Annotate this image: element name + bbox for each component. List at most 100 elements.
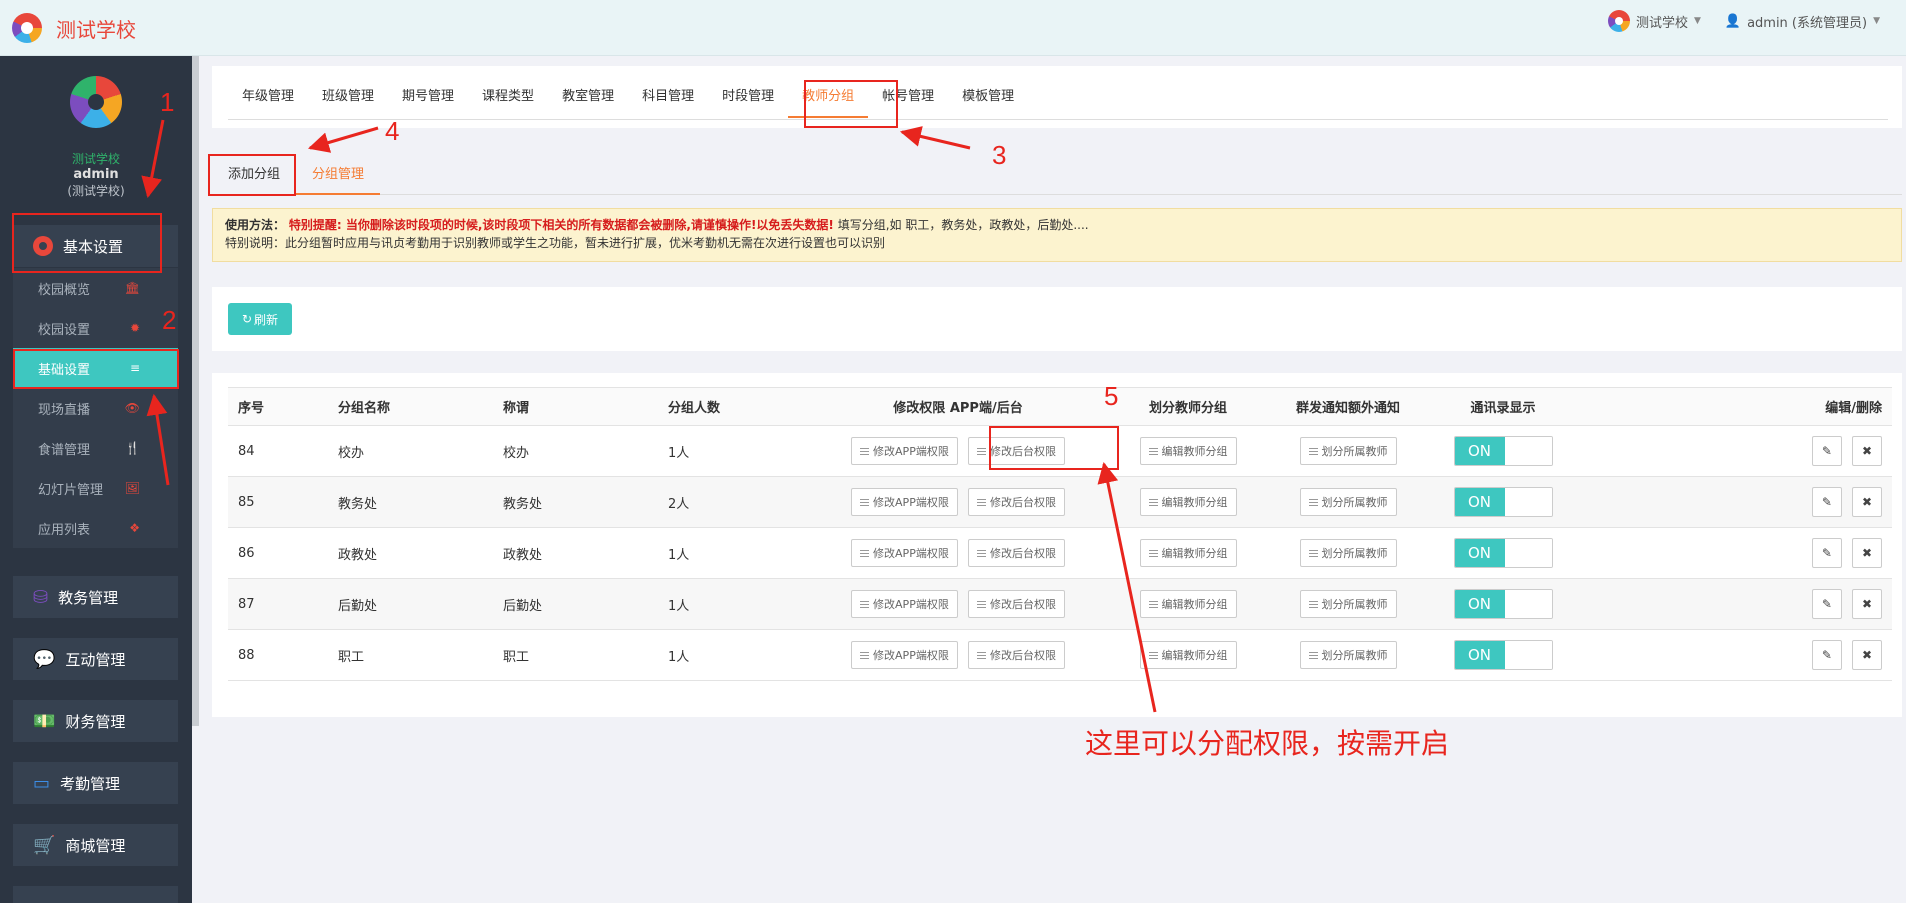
cutlery-icon: 🍴: [125, 441, 140, 455]
sidebar-item-apps[interactable]: 应用列表 ❖: [13, 508, 178, 548]
sidebar-profile: 测试学校 admin (测试学校): [0, 56, 192, 199]
edit-app-permission-button[interactable]: 修改APP端权限: [851, 590, 958, 618]
toggle-off-area: [1504, 437, 1552, 465]
assign-teacher-button[interactable]: 划分所属教师: [1299, 641, 1397, 669]
delete-button[interactable]: ✖: [1852, 589, 1882, 619]
button-label: 修改后台权限: [989, 649, 1056, 662]
sidebar-section-attendance[interactable]: ▭ 考勤管理: [13, 762, 178, 804]
tab-subject[interactable]: 科目管理: [628, 80, 708, 118]
edit-app-permission-button[interactable]: 修改APP端权限: [851, 641, 958, 669]
list-icon: [1148, 651, 1158, 659]
cell-contacts: ON: [1428, 425, 1578, 477]
list-icon: [976, 651, 986, 659]
col-id: 序号: [228, 387, 328, 426]
cell-name: 政教处: [328, 527, 493, 579]
list-icon: [1308, 651, 1318, 659]
cell-notice: 划分所属教师: [1268, 425, 1428, 477]
delete-button[interactable]: ✖: [1852, 640, 1882, 670]
edit-teacher-group-button[interactable]: 编辑教师分组: [1139, 488, 1237, 516]
delete-button[interactable]: ✖: [1852, 436, 1882, 466]
refresh-icon: ↻: [241, 312, 253, 326]
refresh-button[interactable]: ↻ 刷新: [228, 303, 292, 335]
tab-grade[interactable]: 年级管理: [228, 80, 308, 118]
assign-teacher-button[interactable]: 划分所属教师: [1299, 590, 1397, 618]
tab-time-slot[interactable]: 时段管理: [708, 80, 788, 118]
button-label: 修改后台权限: [989, 598, 1056, 611]
contacts-toggle[interactable]: ON: [1453, 538, 1553, 568]
tab-template[interactable]: 模板管理: [948, 80, 1028, 118]
cell-title: 职工: [493, 629, 658, 681]
sidebar-section-finance[interactable]: 💵 财务管理: [13, 700, 178, 742]
delete-button[interactable]: ✖: [1852, 487, 1882, 517]
annotation-number: 4: [385, 116, 400, 146]
delete-button[interactable]: ✖: [1852, 538, 1882, 568]
sidebar-item-campus-settings[interactable]: 校园设置 ✹: [13, 308, 178, 348]
sidebar-section-more[interactable]: ▭: [13, 886, 178, 903]
button-label: 编辑教师分组: [1161, 445, 1228, 458]
edit-app-permission-button[interactable]: 修改APP端权限: [851, 437, 958, 465]
toggle-on-label: ON: [1454, 488, 1505, 516]
table-row: 85 教务处 教务处 2人 修改APP端权限 修改后台权限 编辑教师分组 划分所…: [228, 476, 1892, 528]
sidebar-item-label: 幻灯片管理: [38, 482, 104, 498]
cell-title: 后勤处: [493, 578, 658, 630]
sidebar-section-academic[interactable]: ⛁ 教务管理: [13, 576, 178, 618]
school-switcher[interactable]: 测试学校 ▼: [1607, 10, 1701, 32]
cell-permissions: 修改APP端权限 修改后台权限: [808, 527, 1108, 579]
cell-teacher-group: 编辑教师分组: [1108, 476, 1268, 528]
edit-admin-permission-button[interactable]: 修改后台权限: [967, 641, 1065, 669]
tab-course-type[interactable]: 课程类型: [468, 80, 548, 118]
wechat-icon: 💬: [33, 648, 56, 670]
user-menu[interactable]: 👤 admin (系统管理员) ▼: [1725, 12, 1880, 31]
col-notice: 群发通知额外通知: [1268, 387, 1428, 426]
sidebar-scrollbar[interactable]: [192, 56, 199, 726]
col-title: 称谓: [493, 387, 658, 426]
edit-button[interactable]: ✎: [1811, 538, 1842, 568]
edit-teacher-group-button[interactable]: 编辑教师分组: [1139, 590, 1237, 618]
assign-teacher-button[interactable]: 划分所属教师: [1299, 539, 1397, 567]
close-icon: ✖: [1861, 597, 1873, 611]
edit-teacher-group-button[interactable]: 编辑教师分组: [1139, 539, 1237, 567]
sidebar-item-campus-overview[interactable]: 校园概览 🏛: [13, 268, 178, 308]
sidebar-item-live[interactable]: 现场直播 👁: [13, 388, 178, 428]
pencil-icon: ✎: [1821, 597, 1832, 611]
tab-class[interactable]: 班级管理: [308, 80, 388, 118]
edit-button[interactable]: ✎: [1811, 640, 1842, 670]
tab-classroom[interactable]: 教室管理: [548, 80, 628, 118]
assign-teacher-button[interactable]: 划分所属教师: [1299, 437, 1397, 465]
cog-icon: ✹: [129, 321, 140, 335]
edit-admin-permission-button[interactable]: 修改后台权限: [967, 590, 1065, 618]
assign-teacher-button[interactable]: 划分所属教师: [1299, 488, 1397, 516]
list-icon: [1148, 498, 1158, 506]
edit-app-permission-button[interactable]: 修改APP端权限: [851, 539, 958, 567]
tab-term[interactable]: 期号管理: [388, 80, 468, 118]
contacts-toggle[interactable]: ON: [1453, 487, 1553, 517]
contacts-toggle[interactable]: ON: [1453, 436, 1553, 466]
edit-button[interactable]: ✎: [1811, 589, 1842, 619]
database-icon: ⛁: [33, 586, 49, 608]
contacts-toggle[interactable]: ON: [1453, 640, 1553, 670]
toggle-on-label: ON: [1454, 437, 1505, 465]
sidebar-section-interaction[interactable]: 💬 互动管理: [13, 638, 178, 680]
sidebar-section-label: 互动管理: [65, 650, 126, 669]
contacts-toggle[interactable]: ON: [1453, 589, 1553, 619]
list-icon: [860, 549, 870, 557]
sidebar-section-shop[interactable]: 🛒 商城管理: [13, 824, 178, 866]
edit-admin-permission-button[interactable]: 修改后台权限: [967, 539, 1065, 567]
sidebar-item-recipes[interactable]: 食谱管理 🍴: [13, 428, 178, 468]
edit-admin-permission-button[interactable]: 修改后台权限: [967, 488, 1065, 516]
edit-button[interactable]: ✎: [1811, 436, 1842, 466]
list-icon: [860, 447, 870, 455]
edit-button[interactable]: ✎: [1811, 487, 1842, 517]
edit-app-permission-button[interactable]: 修改APP端权限: [851, 488, 958, 516]
usage-notice: 使用方法： 特别提醒: 当你删除该时段项的时候,该时段项下相关的所有数据都会被删…: [212, 208, 1902, 262]
cell-actions: ✎ ✖: [1578, 425, 1892, 477]
sidebar-item-slides[interactable]: 幻灯片管理 🖼: [13, 468, 178, 508]
tab-group-manage[interactable]: 分组管理: [296, 155, 381, 195]
edit-teacher-group-button[interactable]: 编辑教师分组: [1139, 437, 1237, 465]
annotation-box-basic-settings: [12, 213, 162, 273]
cell-count: 1人: [658, 425, 808, 477]
edit-teacher-group-button[interactable]: 编辑教师分组: [1139, 641, 1237, 669]
cell-count: 2人: [658, 476, 808, 528]
cell-teacher-group: 编辑教师分组: [1108, 527, 1268, 579]
sidebar-item-label: 食谱管理: [38, 442, 91, 458]
